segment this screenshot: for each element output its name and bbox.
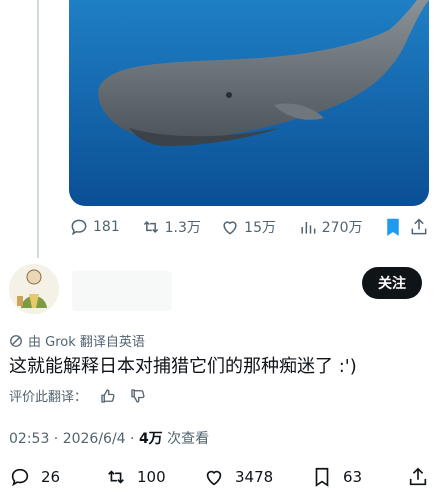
views-button[interactable]: 270万 bbox=[298, 217, 384, 237]
bookmark-button[interactable]: 63 bbox=[311, 466, 407, 488]
bookmark-icon bbox=[315, 467, 329, 487]
like-icon bbox=[223, 221, 237, 235]
rate-translation: 评价此翻译： bbox=[9, 386, 147, 405]
post-media-image[interactable] bbox=[69, 0, 429, 206]
rate-translation-label: 评价此翻译： bbox=[9, 390, 88, 405]
share-button[interactable] bbox=[409, 217, 431, 237]
thread-line bbox=[37, 0, 39, 258]
parent-post-action-bar: 181 1.3万 15万 270万 bbox=[69, 214, 431, 240]
share-icon bbox=[411, 218, 427, 235]
translation-note-text: 由 Grok 翻译自英语 bbox=[28, 335, 145, 350]
views-count: 270万 bbox=[321, 220, 363, 236]
reply-count: 181 bbox=[93, 219, 120, 235]
bookmark-count: 63 bbox=[343, 468, 363, 486]
follow-button[interactable]: 关注 bbox=[362, 267, 422, 299]
thumbs-down-icon[interactable] bbox=[129, 387, 147, 405]
repost-icon bbox=[108, 470, 124, 484]
author-name[interactable] bbox=[72, 271, 172, 311]
repost-icon bbox=[143, 220, 158, 234]
translation-note: 由 Grok 翻译自英语 bbox=[9, 331, 145, 350]
grok-icon bbox=[10, 334, 22, 347]
post-meta: 02:53 · 2026/6/4 · 4万 次查看 bbox=[9, 428, 209, 448]
repost-button[interactable]: 100 bbox=[105, 466, 203, 488]
repost-button[interactable]: 1.3万 bbox=[141, 217, 221, 237]
reply-count: 26 bbox=[41, 468, 61, 486]
like-count: 3478 bbox=[235, 468, 274, 486]
like-button[interactable]: 3478 bbox=[203, 466, 311, 488]
views-label: 次查看 bbox=[162, 431, 210, 447]
thumbs-up-icon[interactable] bbox=[99, 387, 117, 405]
repost-count: 100 bbox=[137, 468, 166, 486]
share-icon bbox=[409, 467, 427, 486]
like-button[interactable]: 15万 bbox=[220, 217, 298, 237]
reply-icon bbox=[11, 468, 29, 487]
like-count: 15万 bbox=[244, 220, 276, 236]
like-icon bbox=[206, 470, 222, 486]
bookmark-icon bbox=[387, 218, 400, 236]
repost-count: 1.3万 bbox=[164, 220, 201, 236]
bookmark-button[interactable] bbox=[383, 217, 409, 237]
views-total: 4万 bbox=[138, 431, 163, 447]
views-icon bbox=[301, 222, 316, 234]
share-button[interactable] bbox=[407, 466, 429, 488]
reply-button[interactable]: 26 bbox=[9, 466, 105, 488]
avatar[interactable] bbox=[9, 264, 59, 314]
reply-icon bbox=[71, 219, 87, 236]
timestamp[interactable]: 02:53 · 2026/6/4 · bbox=[9, 431, 139, 447]
post-text: 这就能解释日本对捕猎它们的那种痴迷了 :') bbox=[9, 356, 357, 377]
reply-action-bar: 26 100 3478 63 bbox=[9, 462, 431, 492]
reply-button[interactable]: 181 bbox=[69, 217, 141, 237]
